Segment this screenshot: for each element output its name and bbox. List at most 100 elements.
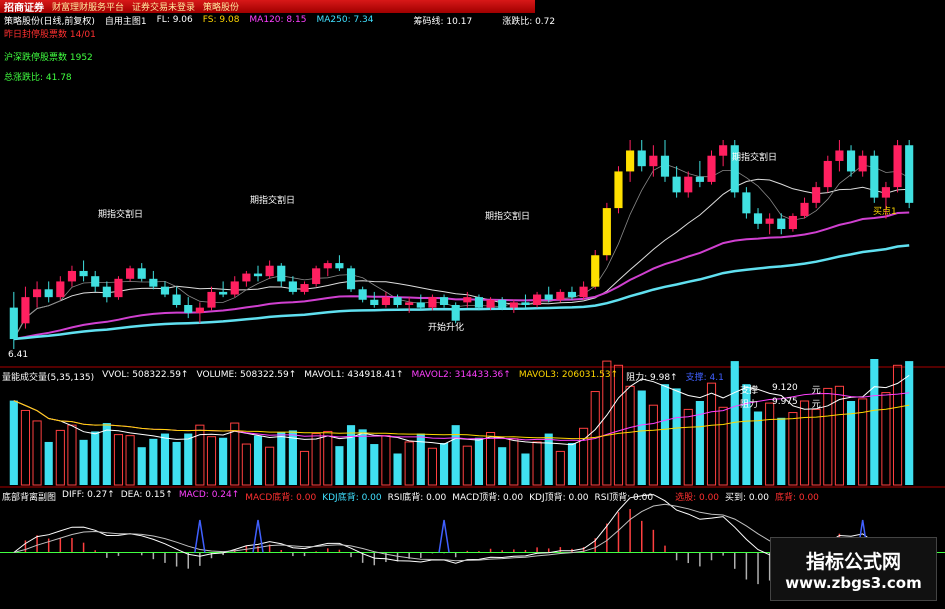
expiry-label-2: 期指交割日	[250, 196, 296, 206]
volume-panel-title: 量能成交量(5,35,135)	[2, 373, 95, 383]
volume-bar	[381, 435, 391, 486]
candle-body	[172, 294, 181, 305]
candle-body	[207, 291, 216, 308]
volume-bar	[137, 447, 146, 485]
volume-bar	[486, 432, 496, 486]
candle-body	[312, 268, 321, 285]
volume-bar	[67, 424, 77, 486]
candle-body	[405, 302, 414, 305]
watermark-site-name: 指标公式网	[805, 550, 901, 573]
candle-body	[288, 281, 297, 292]
candle-body	[533, 294, 542, 305]
candle-body	[463, 297, 472, 303]
expiry-label-1: 期指交割日	[98, 210, 144, 220]
candle-body	[393, 297, 402, 305]
macd-panel-title: 底部背离副图	[2, 493, 57, 503]
candle-body	[184, 305, 193, 313]
candle-body	[300, 284, 309, 292]
candle-body	[242, 273, 251, 282]
volume-bar	[219, 437, 228, 485]
resist-row: 阻力 9.975 元	[740, 397, 821, 410]
readout-rsi-top-div: RSI顶背: 0.00	[594, 493, 654, 503]
volume-bar	[718, 406, 728, 486]
volume-bar	[753, 411, 763, 485]
candle-body	[660, 155, 670, 177]
ma-fast-line	[13, 163, 910, 340]
candle-body	[800, 202, 809, 216]
candle-body	[742, 192, 751, 214]
volume-bar	[544, 433, 553, 485]
candle-body	[67, 270, 77, 282]
candle-body	[416, 302, 425, 308]
candle-body	[114, 278, 123, 298]
volume-bar	[427, 447, 437, 486]
readout-kdj-top-div: KDJ顶背: 0.00	[529, 493, 589, 503]
volume-bar	[358, 429, 367, 485]
readout-bottom-div: 底背: 0.00	[774, 493, 819, 503]
support-unit: 元	[811, 386, 821, 396]
volume-panel-header: 量能成交量(5,35,135) VVOL: 508322.59↑ VOLUME:…	[2, 370, 724, 383]
volume-bar	[648, 404, 658, 486]
volume-bar	[404, 441, 414, 486]
candle-body	[439, 297, 449, 305]
volume-bar	[393, 453, 402, 485]
readout-buy: 买到: 0.00	[725, 493, 769, 503]
candle-body	[509, 302, 518, 308]
readout-mavol3: MAVOL3: 206031.53↑	[518, 370, 619, 380]
readout-vvol: VVOL: 508322.59↑	[102, 370, 189, 380]
candle-body	[219, 291, 228, 295]
volume-bar	[498, 447, 507, 485]
candle-body	[544, 294, 553, 300]
candle-body	[277, 265, 286, 282]
volume-bar	[277, 432, 286, 485]
candle-body	[649, 155, 658, 167]
candle-body	[335, 263, 344, 269]
volume-bar	[637, 390, 646, 485]
candle-body	[707, 155, 716, 182]
candle-body	[381, 297, 390, 305]
volume-bar	[613, 364, 624, 486]
volume-bar	[532, 441, 542, 486]
candle-body	[358, 289, 367, 300]
candle-body	[614, 171, 623, 209]
candle-body	[858, 155, 867, 172]
volume-bar	[439, 443, 449, 485]
candle-body	[777, 218, 786, 230]
readout-macd: MACD: 0.24↑	[178, 490, 240, 500]
divergence-spike	[438, 519, 450, 553]
candle-body	[684, 176, 693, 193]
volume-bar	[253, 435, 263, 485]
candle-body	[137, 268, 146, 279]
readout-pick: 选股: 0.00	[675, 493, 720, 503]
volume-bar	[765, 402, 775, 486]
volume-bar	[823, 387, 833, 486]
volume-bar	[521, 453, 530, 485]
volume-bar	[625, 385, 635, 486]
volume-bar	[462, 445, 472, 486]
readout-macd-bottom-div: MACD底背: 0.00	[245, 493, 317, 503]
volume-bar	[683, 408, 693, 486]
volume-bar	[160, 433, 170, 485]
volume-bar	[323, 430, 333, 486]
watermark-url: www.zbgs3.com	[785, 573, 922, 592]
candle-body	[672, 176, 681, 193]
candle-body	[823, 160, 832, 188]
candle-body	[753, 213, 763, 224]
divergence-spike	[194, 519, 206, 553]
volume-bar	[149, 438, 158, 485]
candle-body	[149, 278, 158, 287]
candle-body	[846, 150, 856, 172]
readout-support: 支撑: 4.1	[685, 373, 724, 383]
candle-body	[905, 145, 914, 203]
volume-bar	[509, 438, 519, 486]
candle-body	[79, 270, 88, 277]
candle-body	[91, 276, 100, 287]
candle-body	[812, 187, 821, 203]
candle-body	[765, 218, 774, 224]
volume-bar	[9, 400, 18, 485]
volume-bar	[44, 441, 53, 485]
volume-bar	[788, 412, 798, 486]
readout-kdj-bottom-div: KDJ底背: 0.00	[322, 493, 382, 503]
volume-bar	[881, 392, 891, 486]
volume-bar	[172, 441, 181, 485]
